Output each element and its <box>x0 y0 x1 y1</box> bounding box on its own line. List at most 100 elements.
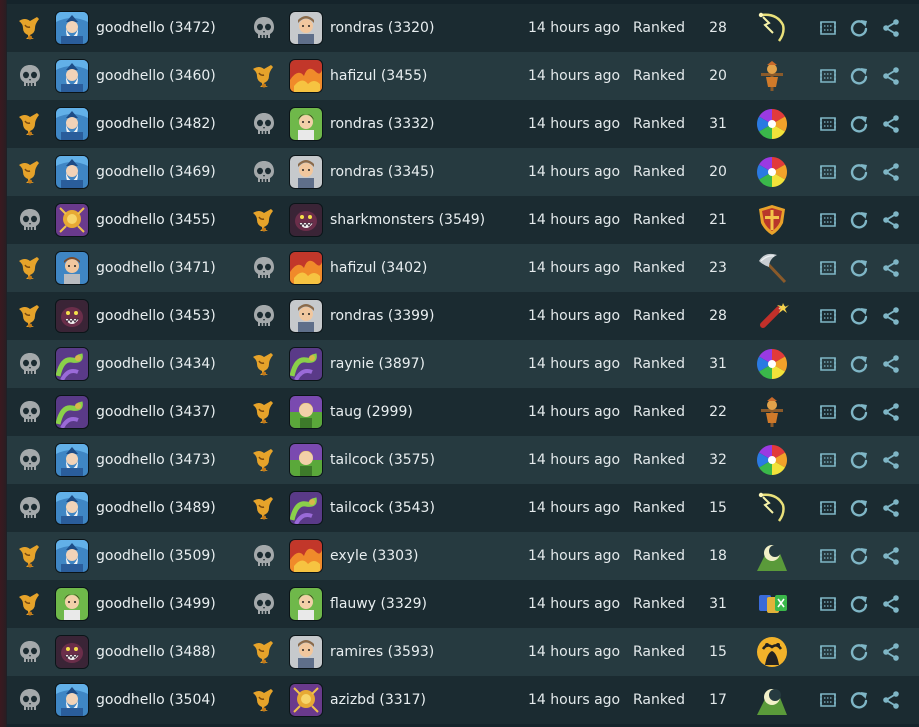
replay-icon[interactable] <box>849 114 869 134</box>
watch-icon[interactable] <box>818 162 838 182</box>
monster-dark-avatar[interactable] <box>290 204 322 236</box>
druid-green-avatar[interactable] <box>56 588 88 620</box>
game-row[interactable]: goodhello (3460) hafizul (3455) 14 hours a… <box>7 52 919 100</box>
warrior-gray-avatar[interactable] <box>290 12 322 44</box>
warrior-gray-avatar[interactable] <box>290 156 322 188</box>
wizard-blue-avatar[interactable] <box>56 684 88 716</box>
opponent-name[interactable]: azizbd (3317) <box>330 676 426 724</box>
player-name[interactable]: goodhello (3453) <box>96 292 216 340</box>
golden-purple-avatar[interactable] <box>290 684 322 716</box>
tentacle-purple-avatar[interactable] <box>290 348 322 380</box>
opponent-name[interactable]: rondras (3345) <box>330 148 434 196</box>
opponent-name[interactable]: ramires (3593) <box>330 628 434 676</box>
player-name[interactable]: goodhello (3472) <box>96 4 216 52</box>
game-row[interactable]: goodhello (3482) rondras (3332) 14 hours a… <box>7 100 919 148</box>
fire-red-avatar[interactable] <box>290 540 322 572</box>
replay-icon[interactable] <box>849 354 869 374</box>
opponent-name[interactable]: flauwy (3329) <box>330 580 427 628</box>
game-row[interactable]: goodhello (3437) taug (2999) 14 hours ago R… <box>7 388 919 436</box>
replay-icon[interactable] <box>849 546 869 566</box>
game-row[interactable]: goodhello (3471) hafizul (3402) 14 hours a… <box>7 244 919 292</box>
share-icon[interactable] <box>881 642 901 662</box>
replay-icon[interactable] <box>849 18 869 38</box>
tentacle-purple-avatar[interactable] <box>56 396 88 428</box>
share-icon[interactable] <box>881 402 901 422</box>
player-name[interactable]: goodhello (3455) <box>96 196 216 244</box>
share-icon[interactable] <box>881 210 901 230</box>
player-name[interactable]: goodhello (3499) <box>96 580 216 628</box>
tentacle-purple-avatar[interactable] <box>56 348 88 380</box>
watch-icon[interactable] <box>818 690 838 710</box>
wizard-blue-avatar[interactable] <box>56 60 88 92</box>
fire-red-avatar[interactable] <box>290 252 322 284</box>
elf-green-avatar[interactable] <box>290 396 322 428</box>
replay-icon[interactable] <box>849 258 869 278</box>
game-row[interactable]: goodhello (3469) rondras (3345) 14 hours a… <box>7 148 919 196</box>
watch-icon[interactable] <box>818 498 838 518</box>
watch-icon[interactable] <box>818 642 838 662</box>
opponent-name[interactable]: sharkmonsters (3549) <box>330 196 485 244</box>
player-name[interactable]: goodhello (3504) <box>96 676 216 724</box>
druid-green-avatar[interactable] <box>290 108 322 140</box>
opponent-name[interactable]: hafizul (3455) <box>330 52 427 100</box>
wizard-blue-avatar[interactable] <box>56 492 88 524</box>
wizard-blue-avatar[interactable] <box>56 12 88 44</box>
replay-icon[interactable] <box>849 642 869 662</box>
monster-dark-avatar[interactable] <box>56 300 88 332</box>
wizard-blue-avatar[interactable] <box>56 156 88 188</box>
share-icon[interactable] <box>881 306 901 326</box>
opponent-name[interactable]: rondras (3320) <box>330 4 434 52</box>
player-name[interactable]: goodhello (3469) <box>96 148 216 196</box>
druid-green-avatar[interactable] <box>290 588 322 620</box>
opponent-name[interactable]: tailcock (3543) <box>330 484 435 532</box>
wizard-blue-avatar[interactable] <box>56 108 88 140</box>
share-icon[interactable] <box>881 18 901 38</box>
game-row[interactable]: goodhello (3472) rondras (3320) 14 hours a… <box>7 4 919 52</box>
share-icon[interactable] <box>881 450 901 470</box>
share-icon[interactable] <box>881 354 901 374</box>
warrior-gray-avatar[interactable] <box>290 300 322 332</box>
share-icon[interactable] <box>881 690 901 710</box>
replay-icon[interactable] <box>849 594 869 614</box>
elf-green-avatar[interactable] <box>290 444 322 476</box>
watch-icon[interactable] <box>818 66 838 86</box>
player-name[interactable]: goodhello (3489) <box>96 484 216 532</box>
game-row[interactable]: goodhello (3509) exyle (3303) 14 hours ago… <box>7 532 919 580</box>
player-name[interactable]: goodhello (3482) <box>96 100 216 148</box>
player-name[interactable]: goodhello (3460) <box>96 52 216 100</box>
replay-icon[interactable] <box>849 210 869 230</box>
player-name[interactable]: goodhello (3509) <box>96 532 216 580</box>
watch-icon[interactable] <box>818 18 838 38</box>
watch-icon[interactable] <box>818 450 838 470</box>
game-row[interactable]: goodhello (3453) rondras (3399) 14 hours a… <box>7 292 919 340</box>
watch-icon[interactable] <box>818 402 838 422</box>
game-row[interactable]: goodhello (3499) flauwy (3329) 14 hours ag… <box>7 580 919 628</box>
share-icon[interactable] <box>881 498 901 518</box>
tentacle-purple-avatar[interactable] <box>290 492 322 524</box>
player-name[interactable]: goodhello (3473) <box>96 436 216 484</box>
share-icon[interactable] <box>881 594 901 614</box>
opponent-name[interactable]: rondras (3332) <box>330 100 434 148</box>
game-row[interactable]: goodhello (3434) raynie (3897) 14 hours ag… <box>7 340 919 388</box>
watch-icon[interactable] <box>818 306 838 326</box>
opponent-name[interactable]: rondras (3399) <box>330 292 434 340</box>
golden-purple-avatar[interactable] <box>56 204 88 236</box>
player-name[interactable]: goodhello (3471) <box>96 244 216 292</box>
replay-icon[interactable] <box>849 162 869 182</box>
player-name[interactable]: goodhello (3488) <box>96 628 216 676</box>
opponent-name[interactable]: tailcock (3575) <box>330 436 435 484</box>
game-row[interactable]: goodhello (3488) ramires (3593) 14 hours a… <box>7 628 919 676</box>
share-icon[interactable] <box>881 258 901 278</box>
warrior-gray-avatar[interactable] <box>290 636 322 668</box>
share-icon[interactable] <box>881 66 901 86</box>
watch-icon[interactable] <box>818 594 838 614</box>
replay-icon[interactable] <box>849 450 869 470</box>
wizard-blue-avatar[interactable] <box>56 444 88 476</box>
watch-icon[interactable] <box>818 210 838 230</box>
replay-icon[interactable] <box>849 498 869 518</box>
player-name[interactable]: goodhello (3437) <box>96 388 216 436</box>
opponent-name[interactable]: taug (2999) <box>330 388 413 436</box>
watch-icon[interactable] <box>818 354 838 374</box>
watch-icon[interactable] <box>818 546 838 566</box>
game-row[interactable]: goodhello (3455) sharkmonsters (3549) 14 h… <box>7 196 919 244</box>
